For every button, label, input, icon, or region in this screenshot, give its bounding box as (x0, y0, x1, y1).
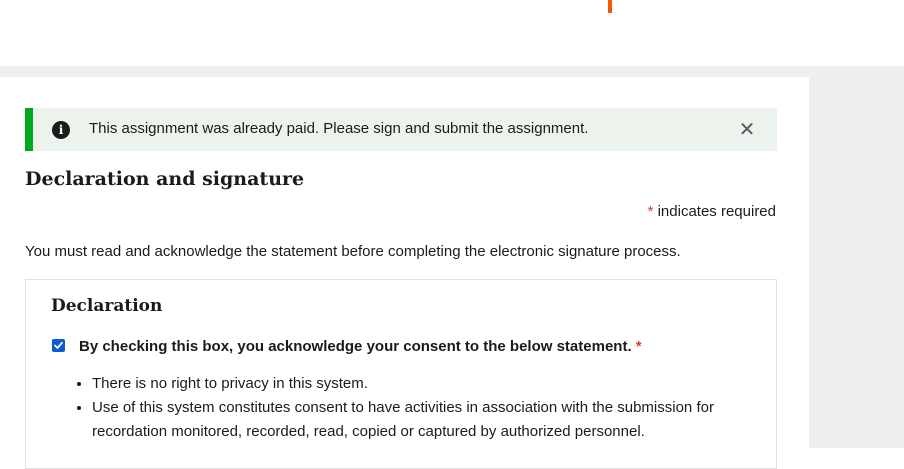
consent-checkbox[interactable] (52, 339, 65, 352)
site-header (0, 0, 904, 66)
checkmark-icon (54, 341, 63, 349)
declaration-title: Declaration (51, 296, 163, 316)
consent-label-text: By checking this box, you acknowledge yo… (79, 338, 632, 355)
close-icon[interactable]: ✕ (737, 119, 757, 139)
section-title: Declaration and signature (25, 168, 305, 190)
statement-list: There is no right to privacy in this sys… (74, 372, 772, 444)
declaration-fieldset: Declaration By checking this box, you ac… (25, 279, 777, 469)
alert-message: This assignment was already paid. Please… (89, 120, 589, 137)
consent-label[interactable]: By checking this box, you acknowledge yo… (79, 338, 642, 355)
consent-required-asterisk: * (635, 338, 642, 355)
instruction-text: You must read and acknowledge the statem… (25, 243, 681, 260)
list-item: Use of this system constitutes consent t… (92, 396, 772, 444)
success-alert: i This assignment was already paid. Plea… (25, 108, 777, 151)
header-accent-mark (608, 0, 612, 13)
required-legend: * indicates required (648, 203, 776, 220)
info-icon: i (52, 121, 70, 139)
list-item: There is no right to privacy in this sys… (92, 372, 772, 396)
required-legend-text: indicates required (653, 203, 776, 220)
